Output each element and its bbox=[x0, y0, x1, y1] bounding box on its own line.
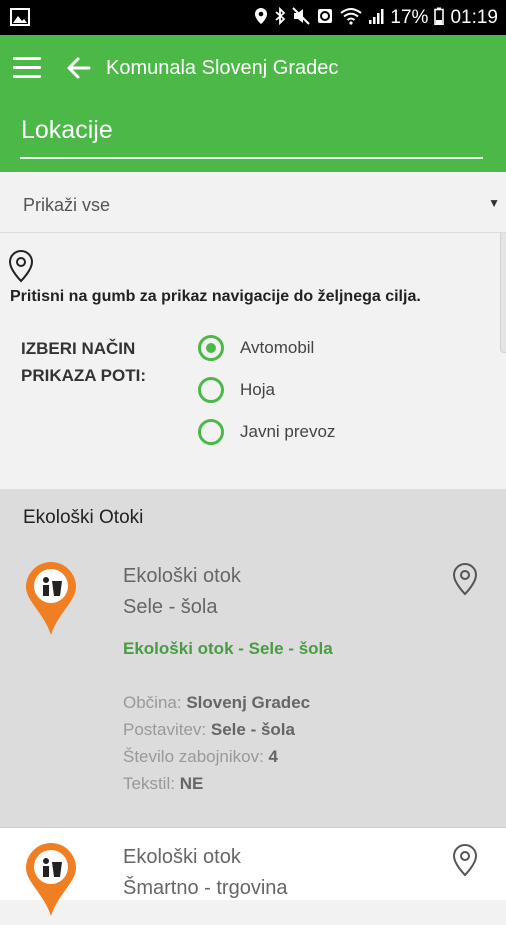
radio-hoja[interactable]: Hoja bbox=[198, 375, 275, 405]
detail-stevilo: Število zabojnikov: 4 bbox=[123, 743, 278, 770]
clock: 01:19 bbox=[450, 6, 498, 28]
bluetooth-icon bbox=[274, 6, 286, 29]
recycling-marker-icon bbox=[22, 840, 80, 920]
detail-value: Sele - šola bbox=[210, 720, 295, 739]
radio-javni-prevoz[interactable]: Javni prevoz bbox=[198, 417, 335, 447]
recycling-marker-icon bbox=[22, 559, 80, 639]
detail-label: Občina: bbox=[123, 693, 182, 712]
page-title: Lokacije bbox=[21, 116, 113, 144]
navigate-pin-icon[interactable] bbox=[451, 843, 479, 877]
detail-label: Postavitev: bbox=[123, 720, 207, 739]
navigation-hint: Pritisni na gumb za prikaz navigacije do… bbox=[10, 288, 421, 305]
detail-obcina: Občina: Slovenj Gradec bbox=[123, 689, 310, 716]
radio-button-checked[interactable] bbox=[198, 335, 224, 361]
item-title-line2: Šmartno - trgovina bbox=[123, 877, 288, 899]
section-header: Lokacije bbox=[0, 102, 506, 172]
radio-label: Hoja bbox=[240, 380, 275, 399]
location-list: Ekološki Otoki Ekološki otok Sele - šola… bbox=[0, 489, 506, 827]
radio-button[interactable] bbox=[198, 419, 224, 445]
location-status-icon bbox=[254, 7, 268, 29]
status-bar: 17% 01:19 bbox=[0, 0, 506, 35]
title-underline bbox=[20, 157, 483, 159]
radio-label: Javni prevoz bbox=[240, 422, 336, 441]
scroll-indicator bbox=[500, 233, 506, 353]
item-title-line1: Ekološki otok bbox=[123, 846, 241, 868]
battery-percent: 17% bbox=[390, 6, 429, 28]
route-mode-label: IZBERI NAČIN PRIKAZA POTI: bbox=[21, 339, 146, 385]
detail-tekstil: Tekstil: NE bbox=[123, 770, 203, 797]
detail-label: Število zabojnikov: bbox=[123, 747, 264, 766]
signal-icon bbox=[368, 7, 384, 29]
filter-dropdown[interactable]: Prikaži vse ▼ bbox=[0, 172, 506, 233]
gallery-notification-icon bbox=[10, 8, 30, 31]
radio-label: Avtomobil bbox=[240, 338, 315, 357]
detail-label: Tekstil: bbox=[123, 774, 175, 793]
detail-value: 4 bbox=[268, 747, 279, 766]
category-title: Ekološki Otoki bbox=[23, 507, 144, 528]
detail-value: Slovenj Gradec bbox=[186, 693, 311, 712]
dropdown-arrow-icon: ▼ bbox=[488, 196, 500, 210]
app-bar: Komunala Slovenj Gradec bbox=[0, 35, 506, 102]
app-title: Komunala Slovenj Gradec bbox=[106, 57, 339, 79]
item-title-line1: Ekološki otok bbox=[123, 565, 241, 587]
detail-value: NE bbox=[179, 774, 204, 793]
menu-icon[interactable] bbox=[13, 57, 41, 79]
list-item[interactable]: Ekološki otok Šmartno - trgovina bbox=[0, 827, 506, 916]
detail-postavitev: Postavitev: Sele - šola bbox=[123, 716, 295, 743]
item-link[interactable]: Ekološki otok - Sele - šola bbox=[123, 639, 333, 659]
filter-selected-value: Prikaži vse bbox=[23, 195, 111, 215]
navigate-pin-icon[interactable] bbox=[451, 562, 479, 596]
back-arrow-icon[interactable] bbox=[62, 51, 96, 85]
wifi-icon bbox=[340, 7, 363, 29]
item-title-line2: Sele - šola bbox=[123, 596, 218, 618]
map-pin-icon bbox=[8, 249, 34, 283]
battery-icon bbox=[434, 7, 445, 29]
mute-icon bbox=[292, 6, 311, 29]
radio-button[interactable] bbox=[198, 377, 224, 403]
sync-icon bbox=[316, 7, 334, 29]
navigation-panel: Pritisni na gumb za prikaz navigacije do… bbox=[0, 233, 506, 489]
radio-avtomobil[interactable]: Avtomobil bbox=[198, 333, 314, 363]
